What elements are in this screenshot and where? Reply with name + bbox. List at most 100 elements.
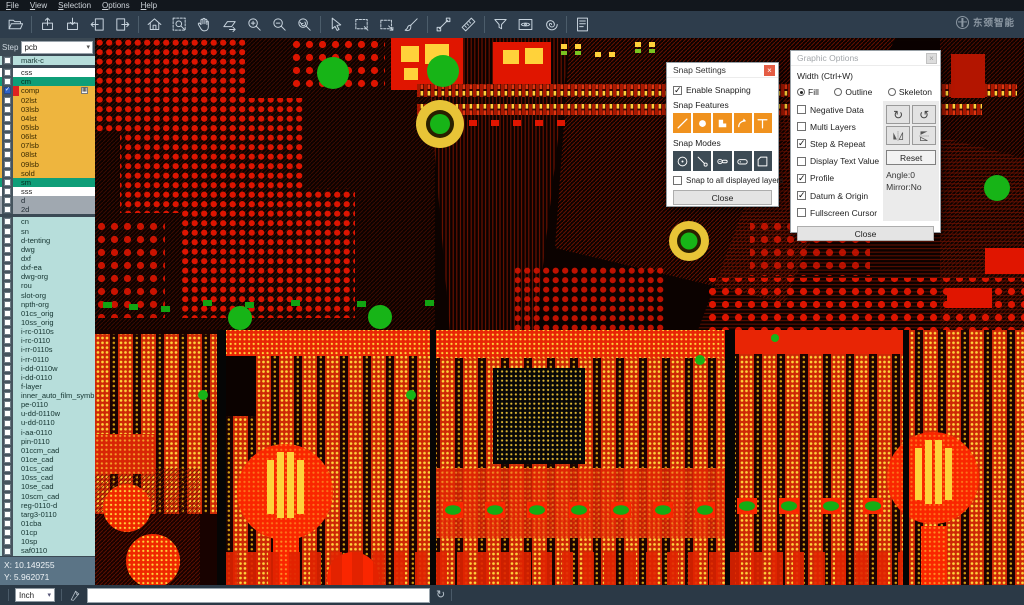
layer-visibility-checkbox[interactable] xyxy=(4,151,11,158)
layer-row-i-rr-0110[interactable]: i-rr-0110 xyxy=(0,355,95,364)
layer-visibility-checkbox[interactable] xyxy=(4,255,11,262)
layer-visibility-checkbox[interactable] xyxy=(4,301,11,308)
layer-visibility-checkbox[interactable] xyxy=(4,474,11,481)
layer-row-sn[interactable]: sn xyxy=(0,227,95,236)
layer-row-2d[interactable]: 2d xyxy=(0,205,95,214)
option-multi-layers[interactable]: Multi Layers xyxy=(797,118,879,135)
layer-row-inner_auto_film_symb[interactable]: inner_auto_film_symb xyxy=(0,391,95,400)
layer-visibility-checkbox[interactable] xyxy=(4,447,11,454)
layer-visibility-checkbox[interactable] xyxy=(4,319,11,326)
menu-item-selection[interactable]: Selection xyxy=(58,1,91,11)
layer-visibility-checkbox[interactable] xyxy=(4,401,11,408)
layer-visibility-checkbox[interactable] xyxy=(4,161,11,168)
layer-row-dxf[interactable]: dxf xyxy=(0,254,95,263)
layer-row-i-rc-0110s[interactable]: i-rc-0110s xyxy=(0,327,95,336)
layer-row-09lsb[interactable]: 09lsb xyxy=(0,160,95,169)
menu-item-view[interactable]: View xyxy=(30,1,47,11)
option-display-text-value[interactable]: Display Text Value xyxy=(797,153,879,170)
layer-row-10scm_cad[interactable]: 10scm_cad xyxy=(0,492,95,501)
select-rectangle-icon[interactable] xyxy=(349,13,374,36)
zoom-in-icon[interactable] xyxy=(242,13,267,36)
layer-visibility-checkbox[interactable] xyxy=(4,87,11,94)
layer-row-u-dd-0110[interactable]: u-dd-0110 xyxy=(0,418,95,427)
snap-settings-titlebar[interactable]: Snap Settings × xyxy=(667,63,778,78)
layer-row-mark-c[interactable]: mark-c xyxy=(0,56,95,65)
width-option-skeleton[interactable]: Skeleton xyxy=(888,87,932,97)
layer-row-01cba[interactable]: 01cba xyxy=(0,519,95,528)
layer-row-f-layer[interactable]: f-layer xyxy=(0,382,95,391)
layer-row-slot-org[interactable]: slot-org xyxy=(0,291,95,300)
box-arrow-down-icon[interactable] xyxy=(60,13,85,36)
paint-brush-icon[interactable] xyxy=(399,13,424,36)
layer-row-10se_cad[interactable]: 10se_cad xyxy=(0,482,95,491)
snap-mode-slot-button[interactable] xyxy=(734,151,752,171)
width-option-fill[interactable]: Fill xyxy=(797,87,819,97)
snap-mode-origin-slot-button[interactable] xyxy=(713,151,731,171)
filter-funnel-icon[interactable] xyxy=(488,13,513,36)
reset-button[interactable]: Reset xyxy=(886,150,936,165)
page-arrow-right-icon[interactable] xyxy=(110,13,135,36)
menu-item-file[interactable]: File xyxy=(6,1,19,11)
trace-spiral-icon[interactable] xyxy=(538,13,563,36)
snap-mode-polygon-button[interactable] xyxy=(754,151,772,171)
layer-visibility-checkbox[interactable] xyxy=(4,237,11,244)
layer-visibility-checkbox[interactable] xyxy=(4,548,11,555)
layer-row-rou[interactable]: rou xyxy=(0,281,95,290)
preview-eye-icon[interactable] xyxy=(513,13,538,36)
enable-snapping-checkbox-row[interactable]: Enable Snapping xyxy=(673,85,772,95)
option-checkbox[interactable] xyxy=(797,208,806,217)
layer-visibility-checkbox[interactable] xyxy=(4,133,11,140)
layer-visibility-checkbox[interactable] xyxy=(4,465,11,472)
layer-row-01cs_orig[interactable]: 01cs_orig xyxy=(0,309,95,318)
layer-row-03lsb[interactable]: 03lsb xyxy=(0,105,95,114)
layer-row-dxf-ea[interactable]: dxf-ea xyxy=(0,263,95,272)
run-command-icon[interactable]: ↻ xyxy=(436,590,445,601)
snap-all-layers-checkbox[interactable] xyxy=(673,176,682,185)
snap-feature-text-button[interactable] xyxy=(754,113,772,133)
layer-visibility-checkbox[interactable] xyxy=(4,170,11,177)
layer-visibility-checkbox[interactable] xyxy=(4,197,11,204)
menu-item-help[interactable]: Help xyxy=(141,1,157,11)
layer-visibility-checkbox[interactable] xyxy=(4,328,11,335)
command-input[interactable] xyxy=(87,588,430,603)
layer-row-i-rr-0110s[interactable]: i-rr-0110s xyxy=(0,345,95,354)
layer-row-pin-0110[interactable]: pin-0110 xyxy=(0,437,95,446)
layer-visibility-checkbox[interactable] xyxy=(4,410,11,417)
layer-visibility-checkbox[interactable] xyxy=(4,292,11,299)
option-checkbox[interactable] xyxy=(797,157,806,166)
layer-row-01cp[interactable]: 01cp xyxy=(0,528,95,537)
pan-hand-icon[interactable] xyxy=(192,13,217,36)
snap-feature-corner-button[interactable] xyxy=(713,113,731,133)
option-datum-origin[interactable]: Datum & Origin xyxy=(797,187,879,204)
option-checkbox[interactable] xyxy=(797,105,806,114)
layer-row-07lsb[interactable]: 07lsb xyxy=(0,141,95,150)
layer-row-05lsb[interactable]: 05lsb xyxy=(0,123,95,132)
layer-row-01ce_cad[interactable]: 01ce_cad xyxy=(0,455,95,464)
layer-visibility-checkbox[interactable] xyxy=(4,115,11,122)
option-negative-data[interactable]: Negative Data xyxy=(797,101,879,118)
layer-attachment-icon[interactable]: ▦ xyxy=(81,87,88,94)
rotate-cw-button[interactable]: ↻ xyxy=(886,105,910,124)
layer-row-i-rc-0110[interactable]: i-rc-0110 xyxy=(0,336,95,345)
zoom-previous-icon[interactable] xyxy=(292,13,317,36)
layer-visibility-checkbox[interactable] xyxy=(4,429,11,436)
rotate-ccw-button[interactable]: ↺ xyxy=(912,105,936,124)
layer-row-comp[interactable]: comp▦ xyxy=(0,86,95,95)
layer-row-i-dd-0110w[interactable]: i-dd-0110w xyxy=(0,364,95,373)
option-fullscreen-cursor[interactable]: Fullscreen Cursor xyxy=(797,204,879,221)
graphic-close-button[interactable]: Close xyxy=(797,226,934,241)
mirror-horizontal-button[interactable] xyxy=(886,126,910,145)
option-profile[interactable]: Profile xyxy=(797,170,879,187)
zoom-window-icon[interactable] xyxy=(167,13,192,36)
layer-visibility-checkbox[interactable] xyxy=(4,273,11,280)
layer-visibility-checkbox[interactable] xyxy=(4,228,11,235)
layer-visibility-checkbox[interactable] xyxy=(4,383,11,390)
layer-row-dwg-org[interactable]: dwg-org xyxy=(0,272,95,281)
layer-row-cn[interactable]: cn xyxy=(0,217,95,226)
layer-row-saf0110[interactable]: saf0110 xyxy=(0,546,95,555)
graphic-options-titlebar[interactable]: Graphic Options × xyxy=(791,51,940,66)
layer-row-10ss_orig[interactable]: 10ss_orig xyxy=(0,318,95,327)
measure-ruler-icon[interactable] xyxy=(456,13,481,36)
layer-visibility-checkbox[interactable] xyxy=(4,502,11,509)
page-arrow-left-icon[interactable] xyxy=(85,13,110,36)
